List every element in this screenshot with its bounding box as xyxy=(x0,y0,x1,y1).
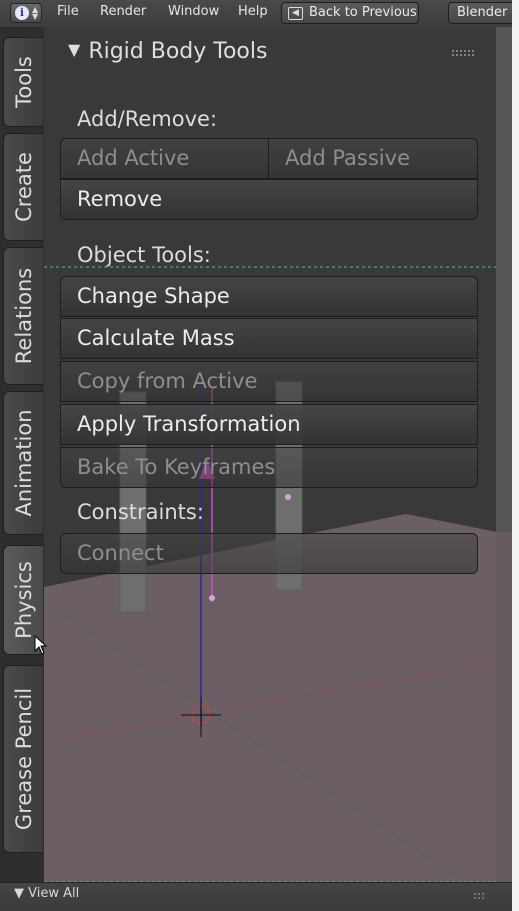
constraints-label: Constraints: xyxy=(77,500,204,524)
top-menu-bar: i ▲ ▼ File Render Window Help ◀ Back to P… xyxy=(0,0,512,28)
object-tools-label: Object Tools: xyxy=(77,243,211,267)
tab-relations-label: Relations xyxy=(11,267,36,365)
add-passive-button[interactable]: Add Passive xyxy=(268,138,478,179)
connect-button[interactable]: Connect xyxy=(60,533,478,574)
corner-grip-icon[interactable] xyxy=(473,892,485,900)
change-shape-button[interactable]: Change Shape xyxy=(60,276,478,317)
calculate-mass-button[interactable]: Calculate Mass xyxy=(60,318,478,359)
render-engine-selector[interactable]: Blender xyxy=(448,2,512,24)
tab-create[interactable]: Create xyxy=(3,133,43,241)
copy-from-active-button[interactable]: Copy from Active xyxy=(60,361,478,402)
bake-to-keyframes-button[interactable]: Bake To Keyframes xyxy=(60,447,478,488)
tab-grease-pencil-label: Grease Pencil xyxy=(11,687,36,831)
tab-relations[interactable]: Relations xyxy=(3,247,43,385)
tab-tools-label: Tools xyxy=(11,56,36,108)
menu-window[interactable]: Window xyxy=(168,4,219,19)
updown-arrow-icon: ▲ ▼ xyxy=(32,5,39,21)
tool-shelf-tabs: Tools Create Relations Animation Physics… xyxy=(0,27,44,882)
constraint-vertex xyxy=(209,595,215,601)
tab-animation[interactable]: Animation xyxy=(3,391,43,535)
menu-render[interactable]: Render xyxy=(100,4,146,19)
tab-create-label: Create xyxy=(11,152,36,222)
tab-physics-label: Physics xyxy=(11,561,36,639)
back-to-previous-label: Back to Previous xyxy=(309,5,417,20)
rigid-body-tools-panel: ▼ Rigid Body Tools Add/Remove: Add Active… xyxy=(44,27,512,587)
add-active-button[interactable]: Add Active xyxy=(60,138,269,179)
back-to-previous-button[interactable]: ◀ Back to Previous xyxy=(281,2,419,24)
blender-window: i ▲ ▼ File Render Window Help ◀ Back to P… xyxy=(0,0,512,911)
view-all-label: View All xyxy=(28,886,80,901)
apply-transformation-button[interactable]: Apply Transformation xyxy=(60,404,478,445)
tab-grease-pencil[interactable]: Grease Pencil xyxy=(3,665,43,853)
collapse-triangle-icon: ▼ xyxy=(68,40,81,59)
drag-grip-icon[interactable] xyxy=(451,49,475,57)
info-icon: i xyxy=(15,6,29,20)
view-all-toggle[interactable]: ▼ View All xyxy=(14,886,79,901)
remove-button[interactable]: Remove xyxy=(60,179,478,220)
tab-tools[interactable]: Tools xyxy=(3,37,43,127)
editor-type-button[interactable]: i ▲ ▼ xyxy=(10,3,42,23)
bottom-header: ▼ View All xyxy=(0,882,512,911)
panel-title: Rigid Body Tools xyxy=(88,39,268,64)
panel-header[interactable]: ▼ Rigid Body Tools xyxy=(68,39,267,64)
back-arrow-icon: ◀ xyxy=(288,7,303,20)
menu-help[interactable]: Help xyxy=(238,4,268,19)
window-edge xyxy=(512,0,519,911)
tab-animation-label: Animation xyxy=(11,409,36,517)
add-remove-label: Add/Remove: xyxy=(77,107,218,131)
menu-file[interactable]: File xyxy=(57,4,79,19)
mouse-pointer-icon xyxy=(34,635,48,655)
